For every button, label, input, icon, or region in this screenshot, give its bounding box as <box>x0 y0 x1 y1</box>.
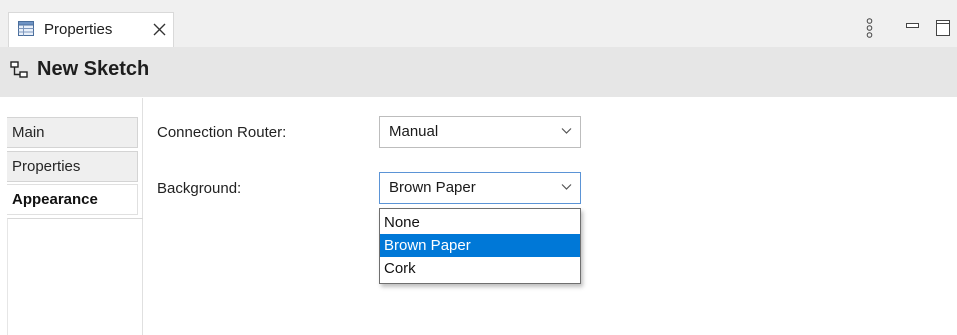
connection-router-value: Manual <box>389 123 439 140</box>
view-tab-label: Properties <box>44 21 113 38</box>
background-value: Brown Paper <box>389 179 476 196</box>
background-dropdown-list: None Brown Paper Cork <box>379 208 581 284</box>
close-icon[interactable] <box>153 23 166 36</box>
sketch-icon <box>10 61 28 78</box>
dropdown-option-brown-paper[interactable]: Brown Paper <box>380 234 580 257</box>
tab-main[interactable]: Main <box>7 117 138 148</box>
view-menu-icon[interactable] <box>866 18 873 40</box>
maximize-icon[interactable] <box>936 20 950 36</box>
page-title: New Sketch <box>37 58 150 80</box>
properties-view-tab[interactable]: Properties <box>8 12 174 47</box>
side-tab-empty-area <box>7 218 143 335</box>
minimize-icon[interactable] <box>906 23 919 29</box>
view-tab-bar: Properties <box>0 0 957 48</box>
page-title-bar: New Sketch <box>0 47 957 97</box>
chevron-down-icon <box>561 128 572 134</box>
dropdown-option-none[interactable]: None <box>380 211 580 234</box>
tab-appearance[interactable]: Appearance <box>7 184 138 215</box>
connection-router-label: Connection Router: <box>157 124 287 141</box>
tab-properties[interactable]: Properties <box>7 151 138 182</box>
chevron-down-icon <box>561 184 572 190</box>
background-select[interactable]: Brown Paper <box>379 172 581 204</box>
side-tab-list: Main Properties Appearance <box>0 98 143 335</box>
background-label: Background: <box>157 180 242 197</box>
connection-router-select[interactable]: Manual <box>379 116 581 148</box>
dropdown-option-cork[interactable]: Cork <box>380 257 580 280</box>
properties-table-icon <box>18 21 34 36</box>
